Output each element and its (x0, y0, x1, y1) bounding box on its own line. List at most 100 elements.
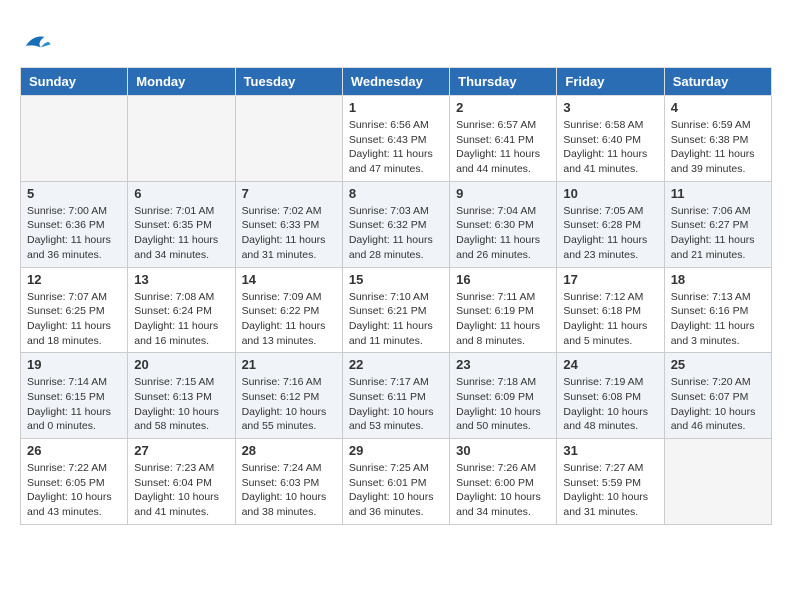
day-number: 11 (671, 186, 765, 201)
day-number: 8 (349, 186, 443, 201)
calendar-cell: 13 Sunrise: 7:08 AMSunset: 6:24 PMDayligh… (128, 267, 235, 353)
day-info: Sunrise: 7:08 AMSunset: 6:24 PMDaylight:… (134, 290, 228, 349)
calendar-cell: 21 Sunrise: 7:16 AMSunset: 6:12 PMDayligh… (235, 353, 342, 439)
calendar-cell: 4 Sunrise: 6:59 AMSunset: 6:38 PMDaylight… (664, 96, 771, 182)
day-number: 28 (242, 443, 336, 458)
day-number: 15 (349, 272, 443, 287)
day-info: Sunrise: 7:04 AMSunset: 6:30 PMDaylight:… (456, 204, 550, 263)
calendar-cell: 10Sunrise: 7:05 AMSunset: 6:28 PMDayligh… (557, 181, 664, 267)
calendar-cell: 25Sunrise: 7:20 AMSunset: 6:07 PMDayligh… (664, 353, 771, 439)
calendar-cell: 14Sunrise: 7:09 AMSunset: 6:22 PMDayligh… (235, 267, 342, 353)
calendar-cell: 16Sunrise: 7:11 AMSunset: 6:19 PMDayligh… (450, 267, 557, 353)
calendar-cell: 3Sunrise: 6:58 AMSunset: 6:40 PMDaylight… (557, 96, 664, 182)
day-number: 2 (456, 100, 550, 115)
day-info: Sunrise: 7:27 AMSunset: 5:59 PMDaylight:… (563, 461, 657, 520)
calendar-cell: 2 Sunrise: 6:57 AMSunset: 6:41 PMDaylight… (450, 96, 557, 182)
day-number: 7 (242, 186, 336, 201)
calendar-week-row: 12 Sunrise: 7:07 AMSunset: 6:25 PMDayligh… (21, 267, 772, 353)
day-number: 17 (563, 272, 657, 287)
calendar-cell: 15 Sunrise: 7:10 AMSunset: 6:21 PMDayligh… (342, 267, 449, 353)
calendar-cell: 7Sunrise: 7:02 AMSunset: 6:33 PMDaylight… (235, 181, 342, 267)
day-number: 19 (27, 357, 121, 372)
day-info: Sunrise: 7:11 AMSunset: 6:19 PMDaylight:… (456, 290, 550, 349)
day-number: 10 (563, 186, 657, 201)
calendar-cell: 30 Sunrise: 7:26 AMSunset: 6:00 PMDayligh… (450, 439, 557, 525)
day-info: Sunrise: 7:20 AMSunset: 6:07 PMDaylight:… (671, 375, 765, 434)
day-number: 30 (456, 443, 550, 458)
calendar-cell: 20 Sunrise: 7:15 AMSunset: 6:13 PMDayligh… (128, 353, 235, 439)
day-info: Sunrise: 7:13 AMSunset: 6:16 PMDaylight:… (671, 290, 765, 349)
day-info: Sunrise: 7:10 AMSunset: 6:21 PMDaylight:… (349, 290, 443, 349)
day-number: 26 (27, 443, 121, 458)
day-info: Sunrise: 7:19 AMSunset: 6:08 PMDaylight:… (563, 375, 657, 434)
day-number: 27 (134, 443, 228, 458)
calendar-cell: 29 Sunrise: 7:25 AMSunset: 6:01 PMDayligh… (342, 439, 449, 525)
calendar-cell: 11 Sunrise: 7:06 AMSunset: 6:27 PMDayligh… (664, 181, 771, 267)
day-number: 23 (456, 357, 550, 372)
calendar-cell: 5 Sunrise: 7:00 AMSunset: 6:36 PMDaylight… (21, 181, 128, 267)
day-number: 4 (671, 100, 765, 115)
calendar-cell: 6Sunrise: 7:01 AMSunset: 6:35 PMDaylight… (128, 181, 235, 267)
weekday-header-row: SundayMondayTuesdayWednesdayThursdayFrid… (21, 68, 772, 96)
day-info: Sunrise: 7:17 AMSunset: 6:11 PMDaylight:… (349, 375, 443, 434)
calendar-cell: 12 Sunrise: 7:07 AMSunset: 6:25 PMDayligh… (21, 267, 128, 353)
day-number: 22 (349, 357, 443, 372)
day-info: Sunrise: 6:57 AMSunset: 6:41 PMDaylight:… (456, 118, 550, 177)
weekday-header: Wednesday (342, 68, 449, 96)
calendar-week-row: 1 Sunrise: 6:56 AMSunset: 6:43 PMDaylight… (21, 96, 772, 182)
weekday-header: Thursday (450, 68, 557, 96)
calendar-cell: 27 Sunrise: 7:23 AMSunset: 6:04 PMDayligh… (128, 439, 235, 525)
logo (20, 30, 56, 63)
calendar-table: SundayMondayTuesdayWednesdayThursdayFrid… (20, 67, 772, 525)
day-info: Sunrise: 7:01 AMSunset: 6:35 PMDaylight:… (134, 204, 228, 263)
day-number: 13 (134, 272, 228, 287)
page-container: SundayMondayTuesdayWednesdayThursdayFrid… (20, 30, 772, 525)
day-info: Sunrise: 7:09 AMSunset: 6:22 PMDaylight:… (242, 290, 336, 349)
day-info: Sunrise: 7:00 AMSunset: 6:36 PMDaylight:… (27, 204, 121, 263)
day-number: 21 (242, 357, 336, 372)
weekday-header: Friday (557, 68, 664, 96)
calendar-cell: 18 Sunrise: 7:13 AMSunset: 6:16 PMDayligh… (664, 267, 771, 353)
calendar-cell: 17 Sunrise: 7:12 AMSunset: 6:18 PMDayligh… (557, 267, 664, 353)
day-number: 29 (349, 443, 443, 458)
calendar-cell (21, 96, 128, 182)
calendar-week-row: 5 Sunrise: 7:00 AMSunset: 6:36 PMDaylight… (21, 181, 772, 267)
day-number: 9 (456, 186, 550, 201)
day-number: 20 (134, 357, 228, 372)
calendar-week-row: 26Sunrise: 7:22 AMSunset: 6:05 PMDayligh… (21, 439, 772, 525)
day-info: Sunrise: 7:26 AMSunset: 6:00 PMDaylight:… (456, 461, 550, 520)
calendar-cell: 23 Sunrise: 7:18 AMSunset: 6:09 PMDayligh… (450, 353, 557, 439)
day-number: 12 (27, 272, 121, 287)
calendar-cell: 9 Sunrise: 7:04 AMSunset: 6:30 PMDaylight… (450, 181, 557, 267)
weekday-header: Sunday (21, 68, 128, 96)
day-number: 31 (563, 443, 657, 458)
day-number: 1 (349, 100, 443, 115)
day-info: Sunrise: 7:16 AMSunset: 6:12 PMDaylight:… (242, 375, 336, 434)
weekday-header: Tuesday (235, 68, 342, 96)
day-info: Sunrise: 7:15 AMSunset: 6:13 PMDaylight:… (134, 375, 228, 434)
page-header (20, 30, 772, 63)
day-info: Sunrise: 7:23 AMSunset: 6:04 PMDaylight:… (134, 461, 228, 520)
calendar-cell (664, 439, 771, 525)
calendar-cell: 26Sunrise: 7:22 AMSunset: 6:05 PMDayligh… (21, 439, 128, 525)
day-info: Sunrise: 7:18 AMSunset: 6:09 PMDaylight:… (456, 375, 550, 434)
day-info: Sunrise: 7:03 AMSunset: 6:32 PMDaylight:… (349, 204, 443, 263)
day-info: Sunrise: 6:56 AMSunset: 6:43 PMDaylight:… (349, 118, 443, 177)
day-info: Sunrise: 7:07 AMSunset: 6:25 PMDaylight:… (27, 290, 121, 349)
calendar-cell: 28Sunrise: 7:24 AMSunset: 6:03 PMDayligh… (235, 439, 342, 525)
day-number: 3 (563, 100, 657, 115)
day-info: Sunrise: 7:06 AMSunset: 6:27 PMDaylight:… (671, 204, 765, 263)
calendar-cell: 19Sunrise: 7:14 AMSunset: 6:15 PMDayligh… (21, 353, 128, 439)
day-number: 5 (27, 186, 121, 201)
logo-bird-icon (22, 30, 52, 58)
calendar-week-row: 19Sunrise: 7:14 AMSunset: 6:15 PMDayligh… (21, 353, 772, 439)
calendar-cell (128, 96, 235, 182)
day-info: Sunrise: 6:59 AMSunset: 6:38 PMDaylight:… (671, 118, 765, 177)
day-info: Sunrise: 7:25 AMSunset: 6:01 PMDaylight:… (349, 461, 443, 520)
weekday-header: Monday (128, 68, 235, 96)
day-number: 18 (671, 272, 765, 287)
calendar-cell (235, 96, 342, 182)
calendar-cell: 8 Sunrise: 7:03 AMSunset: 6:32 PMDaylight… (342, 181, 449, 267)
day-info: Sunrise: 7:12 AMSunset: 6:18 PMDaylight:… (563, 290, 657, 349)
logo-text (20, 30, 56, 63)
